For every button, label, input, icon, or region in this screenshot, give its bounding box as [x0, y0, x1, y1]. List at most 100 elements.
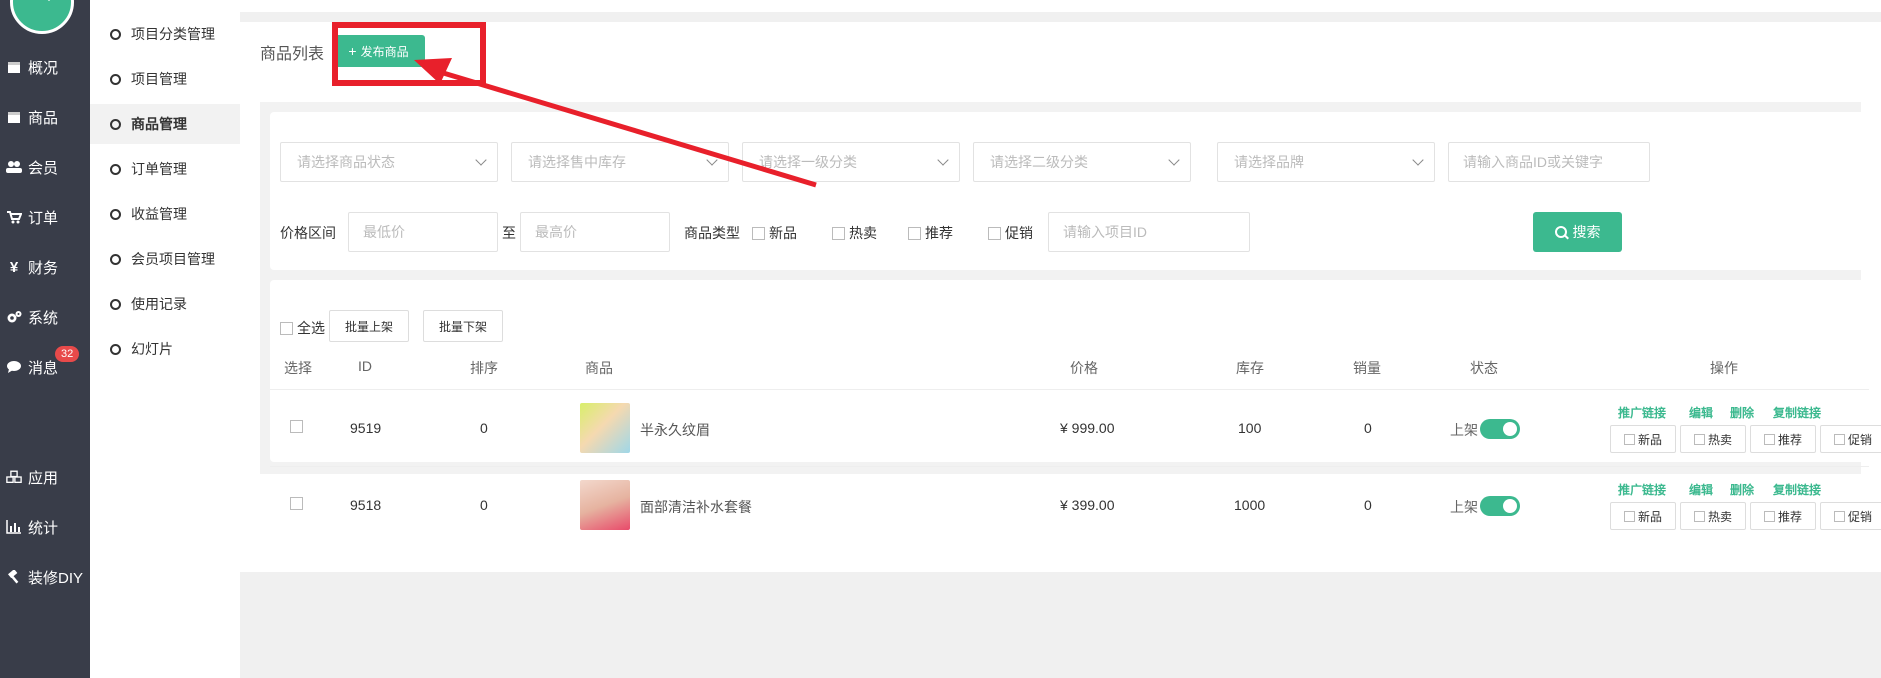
edit-button[interactable]: 编辑: [1689, 481, 1713, 498]
nav-label: 应用: [28, 469, 59, 487]
sub-item-project[interactable]: 项目管理: [90, 59, 240, 99]
input-placeholder: 最高价: [535, 224, 577, 240]
bullet-icon: [110, 28, 121, 40]
sub-item-product[interactable]: 商品管理: [90, 104, 240, 144]
sub-item-revenue[interactable]: 收益管理: [90, 194, 240, 234]
input-placeholder: 最低价: [363, 224, 405, 240]
sub-menu: 项目分类管理 项目管理 商品管理 订单管理 收益管理 会员项目管理 使用记录 幻…: [90, 0, 240, 678]
row-product-name[interactable]: 面部清洁补水套餐: [640, 497, 752, 517]
col-header-id: ID: [358, 358, 372, 374]
checkbox-icon: [1623, 433, 1635, 445]
product-status-select[interactable]: 请选择商品状态: [280, 142, 498, 182]
row-sort: 0: [480, 497, 488, 513]
tag-promo-toggle[interactable]: 促销: [1820, 502, 1881, 530]
nav-label: 财务: [28, 259, 59, 277]
sub-item-usage-record[interactable]: 使用记录: [90, 284, 240, 324]
sub-item-member-project[interactable]: 会员项目管理: [90, 239, 240, 279]
sub-item-label: 订单管理: [131, 161, 187, 177]
project-id-input[interactable]: 请输入项目ID: [1048, 212, 1250, 252]
max-price-input[interactable]: 最高价: [520, 212, 670, 252]
checkbox-icon: [1833, 510, 1845, 522]
select-placeholder: 请选择商品状态: [297, 154, 395, 170]
row-checkbox[interactable]: [290, 420, 303, 433]
bullet-icon: [110, 118, 121, 130]
tag-hot-toggle[interactable]: 热卖: [1680, 502, 1746, 530]
bulk-off-shelf-button[interactable]: 批量下架: [423, 310, 503, 342]
category2-select[interactable]: 请选择二级分类: [973, 142, 1191, 182]
nav-item-system[interactable]: 系统: [0, 302, 90, 332]
nav-item-products[interactable]: 商品: [0, 102, 90, 132]
copy-link-button[interactable]: 复制链接: [1773, 404, 1821, 421]
nav-item-messages[interactable]: 消息 32: [0, 346, 90, 382]
nav-item-finance[interactable]: ¥ 财务: [0, 252, 90, 282]
promo-link-button[interactable]: 推广链接: [1618, 404, 1666, 421]
tag-recommend-toggle[interactable]: 推荐: [1750, 502, 1816, 530]
promo-link-button[interactable]: 推广链接: [1618, 481, 1666, 498]
type-promo-checkbox[interactable]: 促销: [988, 223, 1033, 243]
min-price-input[interactable]: 最低价: [348, 212, 498, 252]
sub-item-label: 收益管理: [131, 206, 187, 222]
category1-select[interactable]: 请选择一级分类: [742, 142, 960, 182]
stock-select[interactable]: 请选择售中库存: [511, 142, 729, 182]
yen-icon: ¥: [9, 258, 19, 276]
tag-label: 推荐: [1777, 509, 1802, 524]
nav-item-decorate-diy[interactable]: 装修DIY: [0, 562, 90, 592]
row-status: 上架: [1450, 499, 1478, 515]
tag-hot-toggle[interactable]: 热卖: [1680, 425, 1746, 453]
brand-select[interactable]: 请选择品牌: [1217, 142, 1435, 182]
nav-item-members[interactable]: 会员: [0, 152, 90, 182]
checkbox-icon: [1763, 510, 1775, 522]
type-recommend-checkbox[interactable]: 推荐: [908, 223, 953, 243]
delete-button[interactable]: 删除: [1730, 404, 1754, 421]
table-row: 9519 0 半永久纹眉 ¥ 999.00 100 0 上架 推广链接 编辑 删…: [270, 390, 1881, 466]
row-stock: 100: [1238, 420, 1262, 436]
row-product-name[interactable]: 半永久纹眉: [640, 420, 710, 440]
tag-new-toggle[interactable]: 新品: [1610, 425, 1676, 453]
nav-item-stats[interactable]: 统计: [0, 512, 90, 542]
delete-button[interactable]: 删除: [1730, 481, 1754, 498]
checkbox-icon: [908, 226, 921, 240]
select-placeholder: 请选择售中库存: [528, 154, 626, 170]
tag-promo-toggle[interactable]: 促销: [1820, 425, 1881, 453]
select-placeholder: 请选择品牌: [1234, 154, 1304, 170]
nav-item-orders[interactable]: 订单: [0, 202, 90, 232]
row-stock: 1000: [1234, 497, 1266, 513]
keyword-input[interactable]: 请输入商品ID或关键字: [1448, 142, 1650, 182]
nav-item-apps[interactable]: 应用: [0, 462, 90, 492]
bar-chart-icon: [6, 519, 22, 535]
checkbox-icon: [1693, 510, 1705, 522]
type-hot-checkbox[interactable]: 热卖: [832, 223, 877, 243]
sub-item-label: 项目分类管理: [131, 26, 215, 42]
tag-recommend-toggle[interactable]: 推荐: [1750, 425, 1816, 453]
nav-item-overview[interactable]: 概况: [0, 52, 90, 82]
calendar-icon: [6, 59, 22, 75]
sub-item-slideshow[interactable]: 幻灯片: [90, 329, 240, 369]
tag-new-toggle[interactable]: 新品: [1610, 502, 1676, 530]
cart-icon: [6, 209, 22, 225]
row-status: 上架: [1450, 422, 1478, 438]
copy-link-button[interactable]: 复制链接: [1773, 481, 1821, 498]
row-checkbox[interactable]: [290, 497, 303, 510]
search-icon: [1554, 226, 1567, 238]
gears-icon: [6, 309, 22, 325]
checkbox-label: 热卖: [849, 225, 877, 241]
edit-button[interactable]: 编辑: [1689, 404, 1713, 421]
sub-item-project-category[interactable]: 项目分类管理: [90, 14, 240, 54]
nav-label: 商品: [28, 109, 59, 127]
checkbox-label: 促销: [1005, 225, 1033, 241]
select-all-checkbox[interactable]: 全选: [280, 318, 325, 338]
col-header-status: 状态: [1470, 360, 1498, 376]
main-panel: 商品列表 + 发布商品 请选择商品状态 请选择售中库存 请选择一级分类 请选择二…: [240, 22, 1881, 572]
page-title: 商品列表: [260, 46, 325, 63]
nav-label: 消息: [28, 359, 59, 377]
status-toggle[interactable]: [1480, 419, 1520, 439]
bulk-on-shelf-button[interactable]: 批量上架: [329, 310, 409, 342]
status-toggle[interactable]: [1480, 496, 1520, 516]
sub-item-label: 商品管理: [131, 116, 187, 132]
type-new-checkbox[interactable]: 新品: [752, 223, 797, 243]
tag-label: 热卖: [1707, 432, 1732, 447]
product-list-card: 全选 批量上架 批量下架 选择 ID 排序 商品 价格 库存 销量 状态 操作 …: [270, 280, 1881, 530]
price-range-label: 价格区间: [280, 225, 336, 241]
search-button[interactable]: 搜索: [1533, 212, 1622, 252]
sub-item-order[interactable]: 订单管理: [90, 149, 240, 189]
